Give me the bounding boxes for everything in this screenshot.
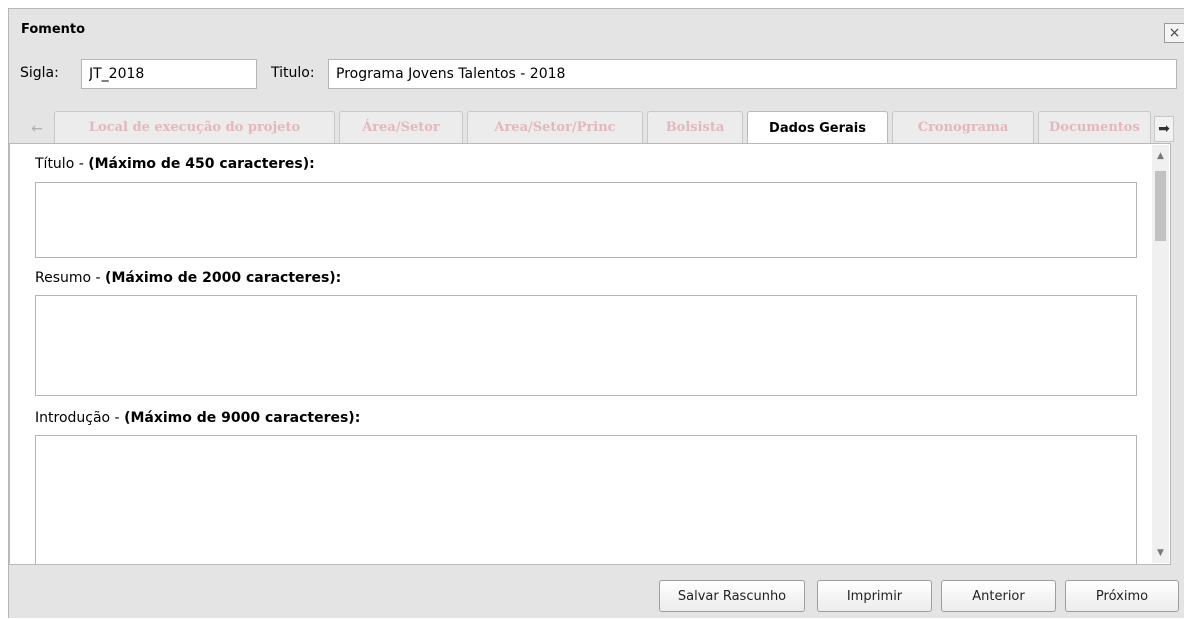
triangle-down-icon: ▼ bbox=[1157, 547, 1164, 558]
tab-label: Cronograma bbox=[917, 120, 1009, 135]
arrow-left-icon: ← bbox=[31, 121, 43, 137]
tab-label: Área/Setor bbox=[362, 120, 440, 135]
print-button[interactable]: Imprimir bbox=[817, 580, 932, 612]
window-titlebar: Fomento × bbox=[9, 9, 1184, 49]
panel-scrollbar[interactable]: ▲ ▼ bbox=[1152, 145, 1169, 563]
footer-toolbar: Salvar Rascunho Imprimir Anterior Próxim… bbox=[9, 565, 1184, 619]
tab-label: Dados Gerais bbox=[769, 120, 866, 136]
resumo-textarea[interactable] bbox=[35, 295, 1137, 396]
previous-button[interactable]: Anterior bbox=[941, 580, 1056, 612]
arrow-right-icon: ➡ bbox=[1158, 121, 1170, 137]
section-name: Título bbox=[35, 156, 75, 172]
tab-documentos[interactable]: Documentos bbox=[1038, 111, 1151, 143]
section-label-resumo: Resumo - (Máximo de 2000 caracteres): bbox=[35, 270, 341, 286]
section-limit: (Máximo de 2000 caracteres): bbox=[105, 270, 342, 286]
section-name: Introdução bbox=[35, 410, 111, 426]
section-name: Resumo bbox=[35, 270, 92, 286]
tab-label: Bolsista bbox=[665, 120, 725, 135]
tab-bolsista[interactable]: Bolsista bbox=[647, 111, 743, 143]
tab-label: Local de execução do projeto bbox=[88, 120, 301, 135]
sigla-label: Sigla: bbox=[20, 65, 59, 81]
close-icon: × bbox=[1168, 25, 1181, 41]
fomento-window: Fomento × Sigla: Titulo: ← Local de exec… bbox=[8, 8, 1184, 618]
introducao-textarea[interactable] bbox=[35, 435, 1137, 564]
tab-strip: ← Local de execução do projeto Área/Seto… bbox=[9, 109, 1184, 144]
section-separator: - bbox=[91, 270, 106, 286]
section-label-titulo: Título - (Máximo de 450 caracteres): bbox=[35, 156, 315, 172]
sigla-input[interactable] bbox=[81, 59, 257, 89]
tab-scroll-left-button[interactable]: ← bbox=[27, 117, 47, 141]
section-separator: - bbox=[74, 156, 89, 172]
titulo-label: Titulo: bbox=[271, 65, 315, 81]
tab-area-setor[interactable]: Área/Setor bbox=[339, 111, 463, 143]
section-limit: (Máximo de 450 caracteres): bbox=[88, 156, 315, 172]
save-draft-button[interactable]: Salvar Rascunho bbox=[659, 580, 805, 612]
tab-cronograma[interactable]: Cronograma bbox=[892, 111, 1034, 143]
header-fields: Sigla: Titulo: bbox=[9, 49, 1184, 101]
window-title: Fomento bbox=[21, 22, 86, 37]
titulo-textarea[interactable] bbox=[35, 182, 1137, 258]
scroll-thumb[interactable] bbox=[1155, 171, 1166, 241]
tab-local-execucao[interactable]: Local de execução do projeto bbox=[54, 111, 335, 143]
scroll-down-button[interactable]: ▼ bbox=[1152, 544, 1169, 561]
triangle-up-icon: ▲ bbox=[1157, 150, 1164, 161]
tab-label: Area/Setor/Princ bbox=[494, 120, 616, 135]
dados-gerais-panel: Título - (Máximo de 450 caracteres): Res… bbox=[9, 143, 1171, 565]
titulo-input[interactable] bbox=[328, 59, 1177, 89]
section-separator: - bbox=[110, 410, 125, 426]
section-label-introducao: Introdução - (Máximo de 9000 caracteres)… bbox=[35, 410, 360, 426]
tab-area-setor-princ[interactable]: Area/Setor/Princ bbox=[467, 111, 643, 143]
tab-label: Documentos bbox=[1049, 120, 1140, 135]
tab-scroll-right-button[interactable]: ➡ bbox=[1154, 116, 1174, 142]
close-button[interactable]: × bbox=[1164, 23, 1184, 43]
tab-dados-gerais[interactable]: Dados Gerais bbox=[747, 111, 888, 144]
scroll-up-button[interactable]: ▲ bbox=[1152, 147, 1169, 164]
next-button[interactable]: Próximo bbox=[1065, 580, 1179, 612]
section-limit: (Máximo de 9000 caracteres): bbox=[124, 410, 361, 426]
